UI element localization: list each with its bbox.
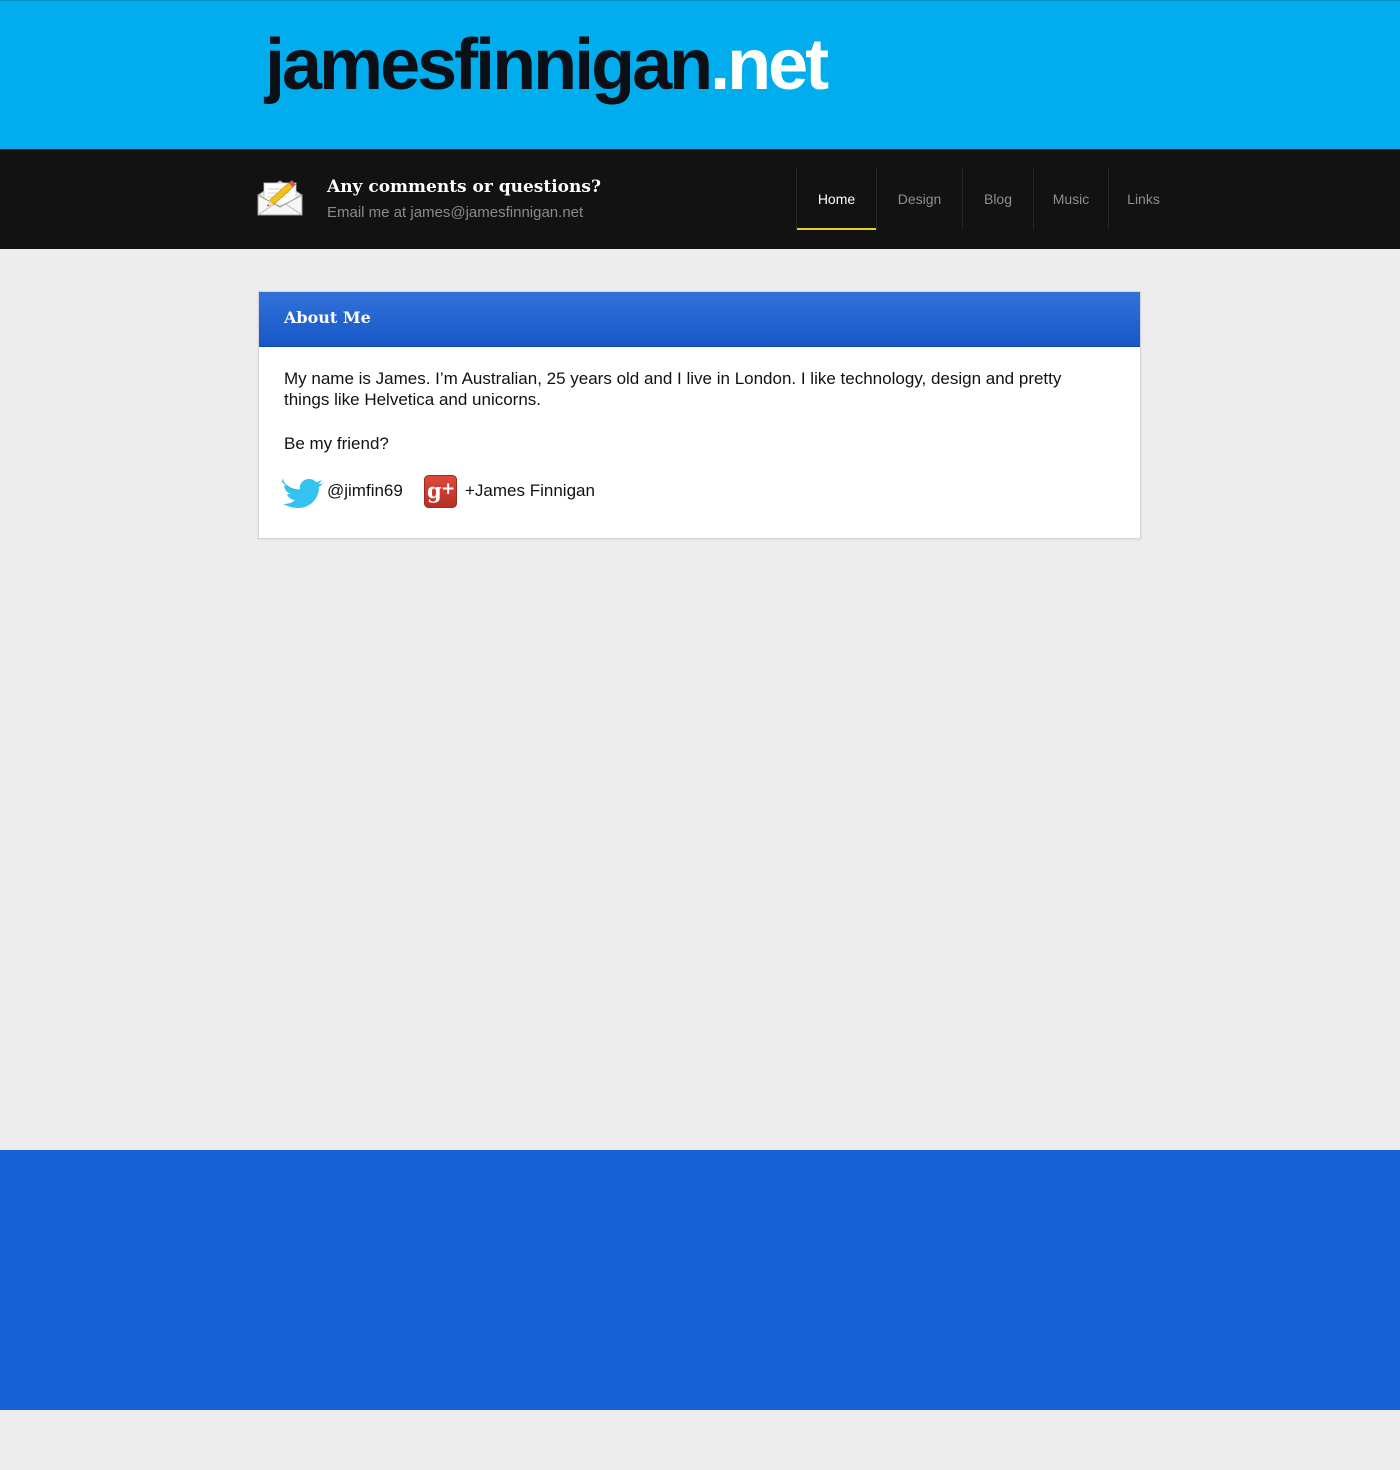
nav-item-music[interactable]: Music	[1033, 168, 1108, 230]
twitter-bird-icon[interactable]	[279, 475, 323, 509]
nav-item-design[interactable]: Design	[876, 168, 962, 230]
mail-edit-icon	[257, 180, 303, 216]
site-title-name: jamesfinnigan	[265, 25, 713, 105]
site-header: jamesfinnigan.net	[0, 0, 1400, 149]
main-nav: Home Design Blog Music Links	[796, 168, 1178, 230]
svg-text:g: g	[427, 478, 442, 503]
nav-item-links[interactable]: Links	[1108, 168, 1178, 230]
about-card-header: About Me	[259, 292, 1140, 347]
top-bar: Any comments or questions? Email me at j…	[0, 149, 1400, 249]
svg-text:+: +	[441, 479, 455, 499]
google-plus-icon[interactable]: g +	[424, 475, 457, 508]
footer-band	[0, 1150, 1400, 1410]
about-question-text: Be my friend?	[284, 434, 389, 453]
google-plus-name-link[interactable]: +James Finnigan	[465, 481, 595, 501]
contact-title: Any comments or questions?	[327, 177, 601, 197]
about-card: About Me My name is James. I’m Australia…	[258, 291, 1141, 539]
about-card-body: My name is James. I’m Australian, 25 yea…	[259, 347, 1140, 508]
about-title: About Me	[284, 308, 371, 327]
twitter-handle-link[interactable]: @jimfin69	[327, 481, 403, 501]
site-title-tld: .net	[710, 25, 829, 105]
contact-email-text[interactable]: Email me at james@jamesfinnigan.net	[327, 204, 583, 221]
social-links: @jimfin69 g + +James Finnigan	[259, 475, 1140, 515]
site-title[interactable]: jamesfinnigan.net	[265, 29, 829, 101]
about-intro-text: My name is James. I’m Australian, 25 yea…	[284, 369, 1062, 409]
nav-item-home[interactable]: Home	[796, 168, 876, 230]
nav-item-blog[interactable]: Blog	[962, 168, 1033, 230]
